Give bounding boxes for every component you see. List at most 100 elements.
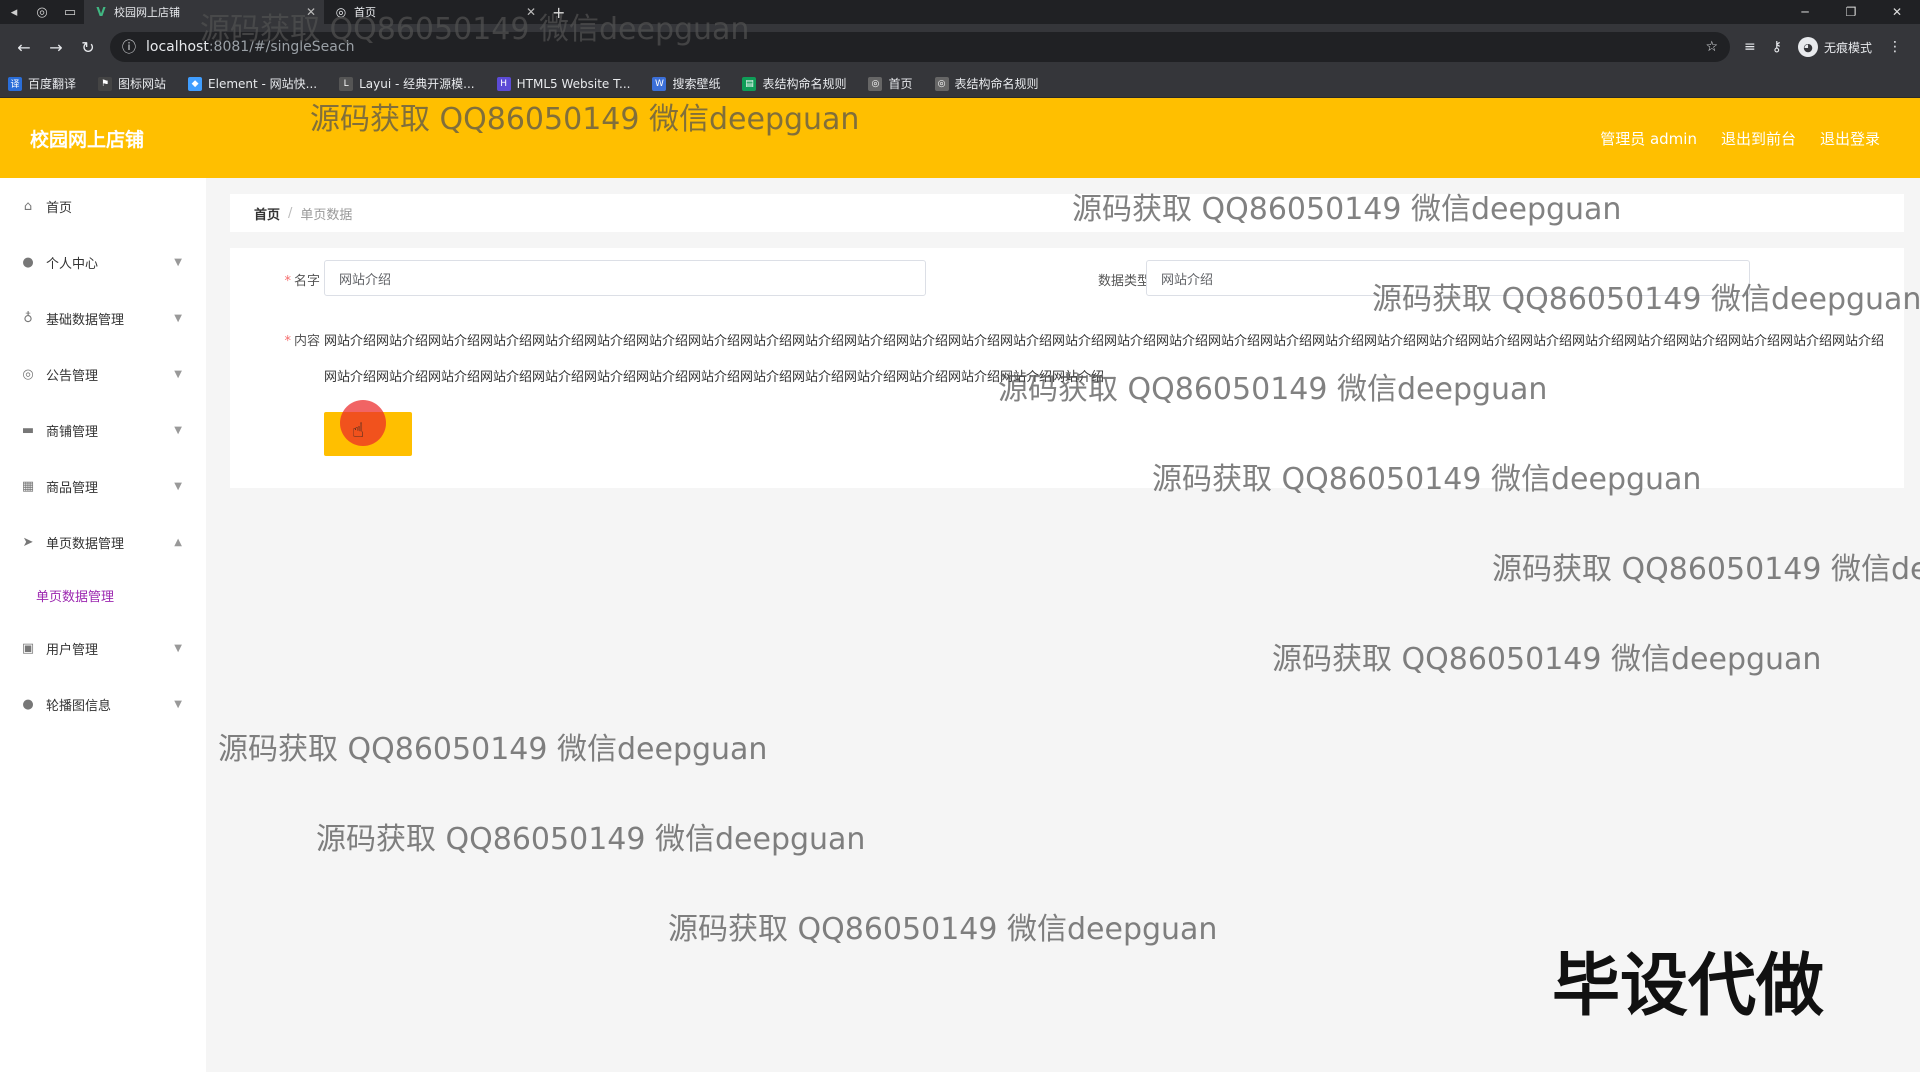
back-to-front-link[interactable]: 退出到前台 (1721, 128, 1796, 149)
forward-icon[interactable]: → (40, 38, 72, 57)
chevron-down-icon: ▼ (174, 312, 182, 324)
chevron-down-icon: ▼ (174, 480, 182, 492)
breadcrumb-current: 单页数据 (300, 207, 353, 223)
bookmark-item[interactable]: H HTML5 Website T... (496, 76, 630, 91)
close-window-icon[interactable]: ✕ (1874, 0, 1920, 24)
sidebar-item-carousel[interactable]: ● 轮播图信息 ▼ (0, 676, 206, 732)
tab-inactive[interactable]: ◎ 首页 ✕ (324, 0, 544, 24)
incognito-icon: ◕ (1798, 37, 1818, 57)
globe-icon: ◎ (868, 76, 883, 91)
sidebar-item-goods[interactable]: ▦ 商品管理 ▼ (0, 458, 206, 514)
send-icon: ➤ (22, 534, 34, 550)
chevron-down-icon: ▼ (174, 256, 182, 268)
minimize-icon[interactable]: ─ (1782, 0, 1828, 24)
sidebar-item-profile[interactable]: ● 个人中心 ▼ (0, 234, 206, 290)
bookmark-item[interactable]: ⚑ 图标网站 (98, 75, 166, 92)
watermark: 源码获取 QQ86050149 微信deepguan (1272, 642, 1822, 677)
chevron-down-icon: ▼ (174, 424, 182, 436)
address-bar: ← → ↻ ⓘ localhost:8081/#/singleSeach ☆ ≡… (0, 24, 1920, 70)
bulb-icon: ● (22, 696, 34, 712)
tab-active[interactable]: V 校园网上店铺 ✕ (84, 0, 324, 24)
flag-icon: ⚑ (98, 76, 113, 91)
watermark: 源码获取 QQ86050149 微信deepguan (668, 912, 1218, 947)
sidebar-item-base-data[interactable]: ♁ 基础数据管理 ▼ (0, 290, 206, 346)
tab-title: 首页 (354, 6, 376, 19)
sheet-icon: ▤ (742, 76, 757, 91)
chat-icon: ▬ (21, 422, 35, 438)
sidebar-subitem-single-page[interactable]: 单页数据管理 (0, 570, 206, 620)
type-input[interactable]: 网站介绍 (1146, 260, 1750, 296)
watermark: 源码获取 QQ86050149 微信deepguan (218, 732, 768, 767)
grid-icon: ▦ (21, 478, 35, 494)
sidebar-item-single-page[interactable]: ➤ 单页数据管理 ▲ (0, 514, 206, 570)
watermark: 源码获取 QQ86050149 微信deepguan (1492, 552, 1920, 587)
admin-label: 管理员 admin (1600, 129, 1697, 148)
incognito-label: 无痕模式 (1824, 40, 1873, 55)
chevron-down-icon: ▼ (174, 642, 182, 654)
translate-icon: 译 (8, 76, 22, 91)
globe-icon[interactable]: ◎ (28, 0, 56, 24)
close-icon[interactable]: ✕ (306, 5, 316, 19)
wallpaper-icon: W (652, 76, 667, 91)
bookmark-item[interactable]: W 搜索壁纸 (652, 75, 720, 92)
restore-icon[interactable]: ❐ (1828, 0, 1874, 24)
form-card: * 名字 网站介绍 数据类型 网站介绍 * 内容 网站介绍网站介绍网站介绍网站介绍网… (230, 248, 1904, 488)
new-tab-button[interactable]: + (544, 3, 573, 22)
close-icon[interactable]: ✕ (526, 5, 536, 19)
window-controls: ─ ❐ ✕ (1782, 0, 1920, 24)
app-logo: 校园网上店铺 (30, 128, 145, 151)
element-icon: ◆ (188, 76, 203, 91)
globe-icon: ◎ (934, 76, 949, 91)
chevron-up-icon: ▲ (174, 536, 182, 548)
bookmark-item[interactable]: 译百度翻译 (8, 75, 76, 92)
info-icon[interactable]: ⓘ (122, 37, 136, 57)
bookmarks-bar: 译百度翻译 ⚑ 图标网站 ◆ Element - 网站快... L Layui - 经… (0, 70, 1920, 98)
breadcrumb-home[interactable]: 首页 (254, 204, 280, 223)
content-label: * 内容 (284, 334, 320, 349)
back-icon[interactable]: ← (8, 38, 40, 57)
url-path: :8081/#/singleSeach (208, 39, 355, 55)
globe-icon: ◎ (335, 5, 347, 19)
bookmark-item[interactable]: L Layui - 经典开源模... (339, 75, 475, 92)
vue-logo-icon: V (96, 5, 106, 19)
briefcase-icon: ▣ (21, 640, 35, 656)
sidebar-item-home[interactable]: ⌂ 首页 (0, 178, 206, 234)
app-header: 校园网上店铺 管理员 admin 退出到前台 退出登录 (0, 98, 1920, 178)
incognito-badge[interactable]: ◕ 无痕模式 (1798, 37, 1872, 57)
breadcrumb: 首页 / 单页数据 (230, 194, 1904, 232)
sidebar-item-users[interactable]: ▣ 用户管理 ▼ (0, 620, 206, 676)
html5-icon: H (496, 76, 511, 91)
speaker-icon[interactable]: ◂ (0, 0, 28, 24)
bookmark-item[interactable]: ◆ Element - 网站快... (188, 75, 317, 92)
window-icon[interactable]: ▭ (56, 0, 84, 24)
tab-title: 校园网上店铺 (114, 6, 180, 19)
browser-tab-bar: ◂ ◎ ▭ V 校园网上店铺 ✕ ◎ 首页 ✕ + ─ ❐ ✕ (0, 0, 1920, 24)
reading-list-icon[interactable]: ≡ (1744, 39, 1756, 55)
content-text[interactable]: 网站介绍网站介绍网站介绍网站介绍网站介绍网站介绍网站介绍网站介绍网站介绍网站介绍… (324, 324, 1884, 396)
breadcrumb-separator: / (288, 205, 293, 221)
watermark-big: 毕设代做 (1552, 947, 1825, 1026)
name-input[interactable]: 网站介绍 (324, 260, 926, 296)
mic-icon: ♁ (23, 310, 33, 326)
bookmark-item[interactable]: ◎ 首页 (868, 75, 913, 92)
key-icon[interactable]: ⚷ (1772, 39, 1782, 55)
type-label: 数据类型 (1097, 274, 1150, 289)
hand-cursor-icon: ☝ (352, 418, 365, 442)
menu-icon[interactable]: ⋮ (1888, 39, 1902, 55)
logout-link[interactable]: 退出登录 (1820, 128, 1880, 149)
user-icon: ● (22, 254, 34, 270)
chevron-down-icon: ▼ (174, 698, 182, 710)
sidebar-item-notice[interactable]: ◎ 公告管理 ▼ (0, 346, 206, 402)
chevron-down-icon: ▼ (174, 368, 182, 380)
home-icon: ⌂ (23, 198, 33, 214)
reload-icon[interactable]: ↻ (72, 38, 104, 57)
globe-icon: ◎ (22, 366, 34, 382)
bookmark-item[interactable]: ▤ 表结构命名规则 (742, 75, 846, 92)
bookmark-item[interactable]: ◎ 表结构命名规则 (934, 75, 1039, 92)
url-input[interactable]: ⓘ localhost:8081/#/singleSeach ☆ (110, 32, 1730, 62)
sidebar-item-shop[interactable]: ▬ 商铺管理 ▼ (0, 402, 206, 458)
watermark: 源码获取 QQ86050149 微信deepguan (316, 822, 866, 857)
star-icon[interactable]: ☆ (1705, 39, 1718, 55)
url-host: localhost (146, 39, 209, 55)
sidebar: ⌂ 首页 ● 个人中心 ▼ ♁ 基础数据管理 ▼ ◎ 公告管理 ▼ ▬ 商铺管理… (0, 178, 206, 1072)
